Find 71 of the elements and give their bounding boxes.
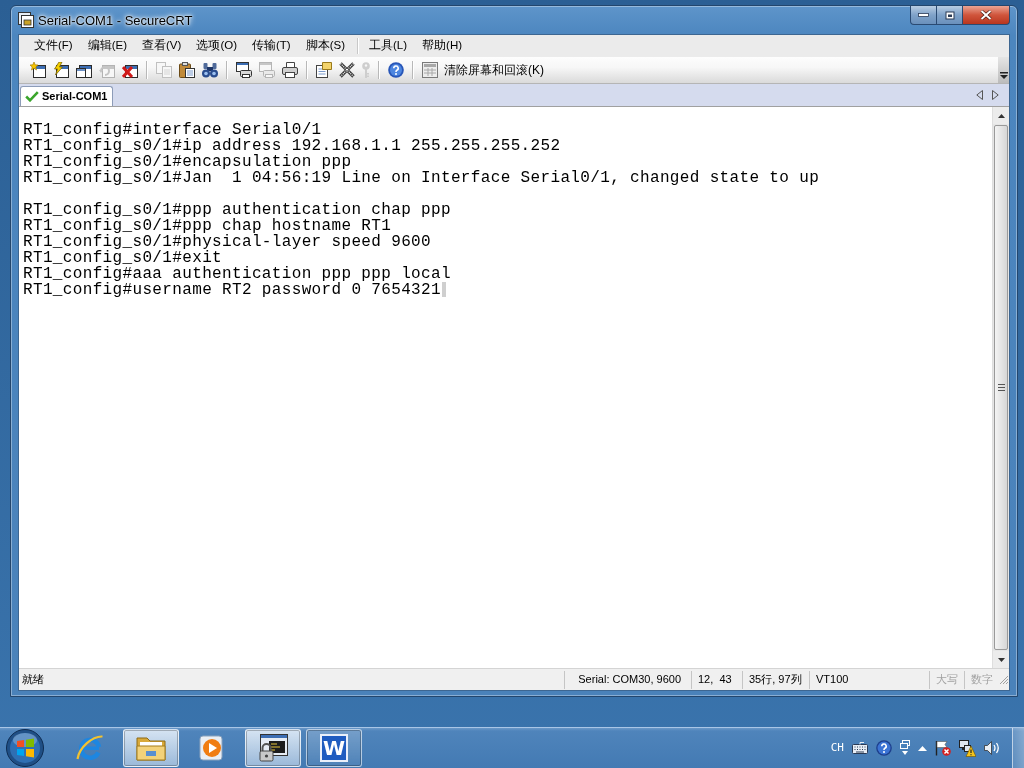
left-arrow-icon[interactable]	[976, 90, 983, 100]
document-icon[interactable]	[316, 62, 332, 78]
windows-arrow-icon[interactable]	[900, 740, 910, 756]
terminal-line: RT1_config#username RT2 password 0 7654321	[23, 282, 441, 298]
menu-item[interactable]: 工具(L)	[363, 36, 414, 56]
terminal-line: RT1_config#interface Serial0/1	[23, 122, 322, 138]
help-icon[interactable]	[388, 62, 404, 78]
menu-item[interactable]: 传输(T)	[246, 36, 297, 56]
close-button[interactable]	[963, 6, 1010, 25]
session-tab[interactable]: Serial-COM1	[20, 86, 114, 106]
scrollbar-thumb[interactable]	[994, 125, 1008, 650]
language-indicator[interactable]: CH	[830, 739, 844, 757]
status-field: VT100	[809, 670, 929, 689]
speaker-icon[interactable]	[984, 741, 1000, 755]
status-field: 大写	[929, 670, 964, 689]
menu-item[interactable]: 文件(F)	[28, 36, 79, 56]
minimize-button[interactable]	[910, 6, 937, 25]
app-window-icon	[18, 12, 34, 28]
status-message: 就绪	[21, 672, 45, 688]
resize-grip-icon[interactable]	[999, 674, 1009, 685]
x-window-icon[interactable]	[122, 62, 138, 78]
status-field: 35行, 97列	[742, 670, 809, 689]
clear-screen-button[interactable]: 清除屏幕和回滚(K)	[420, 61, 546, 79]
star-window-icon[interactable]	[30, 62, 46, 78]
keyboard-icon[interactable]	[852, 742, 868, 754]
network-warning-icon[interactable]	[959, 739, 976, 757]
terminal-line: RT1_config_s0/1#exit	[23, 250, 223, 266]
overflow-arrow-icon[interactable]	[999, 72, 1008, 79]
maximize-button[interactable]	[937, 6, 963, 25]
menu-item[interactable]: 脚本(S)	[299, 36, 351, 56]
menu-item[interactable]: 选项(O)	[190, 36, 243, 56]
terminal-line: RT1_config_s0/1#ppp chap hostname RT1	[23, 218, 392, 234]
window-printer-icon[interactable]	[236, 62, 252, 78]
menu-item[interactable]: 编辑(E)	[81, 36, 134, 56]
start-orb-icon[interactable]	[6, 729, 44, 767]
minimize-icon	[918, 13, 929, 17]
terminal-line: RT1_config_s0/1#ip address 192.168.1.1 255.255.255.252	[23, 138, 561, 154]
right-arrow-icon[interactable]	[992, 90, 999, 100]
terminal-lock-icon	[258, 734, 288, 762]
screen-grid-icon	[422, 62, 438, 78]
folder-icon	[136, 735, 166, 761]
window-icon[interactable]	[76, 62, 92, 78]
taskbar-button[interactable]: W	[306, 729, 362, 767]
clipboard-icon[interactable]	[179, 62, 195, 78]
hatch-icon[interactable]	[339, 62, 355, 78]
menu-item[interactable]: 帮助(H)	[416, 36, 469, 56]
terminal-line: RT1_config_s0/1#physical-layer speed 9600	[23, 234, 431, 250]
down-arrow-icon	[997, 657, 1005, 662]
close-icon	[980, 10, 992, 20]
menu-item[interactable]: 查看(V)	[136, 36, 188, 56]
flag-x-icon[interactable]	[935, 740, 951, 756]
terminal-line: RT1_config#aaa authentication ppp ppp local	[23, 266, 451, 282]
grip-icon	[997, 384, 1005, 391]
binoculars-icon[interactable]	[202, 62, 218, 78]
play-icon	[199, 735, 225, 761]
e-globe-icon	[76, 734, 104, 762]
up-arrow-icon	[997, 113, 1005, 118]
bolt-window-icon[interactable]	[53, 62, 69, 78]
letter-logo: W	[320, 734, 348, 762]
help-icon[interactable]	[876, 740, 892, 756]
status-field: Serial: COM30, 9600	[564, 670, 691, 689]
status-field: 12, 43	[691, 670, 742, 689]
taskbar-button[interactable]	[245, 729, 301, 767]
status-field: 数字	[964, 670, 999, 689]
terminal-line: RT1_config_s0/1#ppp authentication chap ppp	[23, 202, 451, 218]
terminal-line: RT1_config_s0/1#Jan 1 04:56:19 Line on Interface Serial0/1, changed state to up	[23, 170, 820, 186]
printer-icon[interactable]	[282, 62, 298, 78]
caret-up-icon[interactable]	[918, 745, 927, 751]
terminal-line: RT1_config_s0/1#encapsulation ppp	[23, 154, 352, 170]
window-title: Serial-COM1 - SecureCRT	[38, 12, 193, 30]
maximize-icon	[944, 10, 955, 20]
